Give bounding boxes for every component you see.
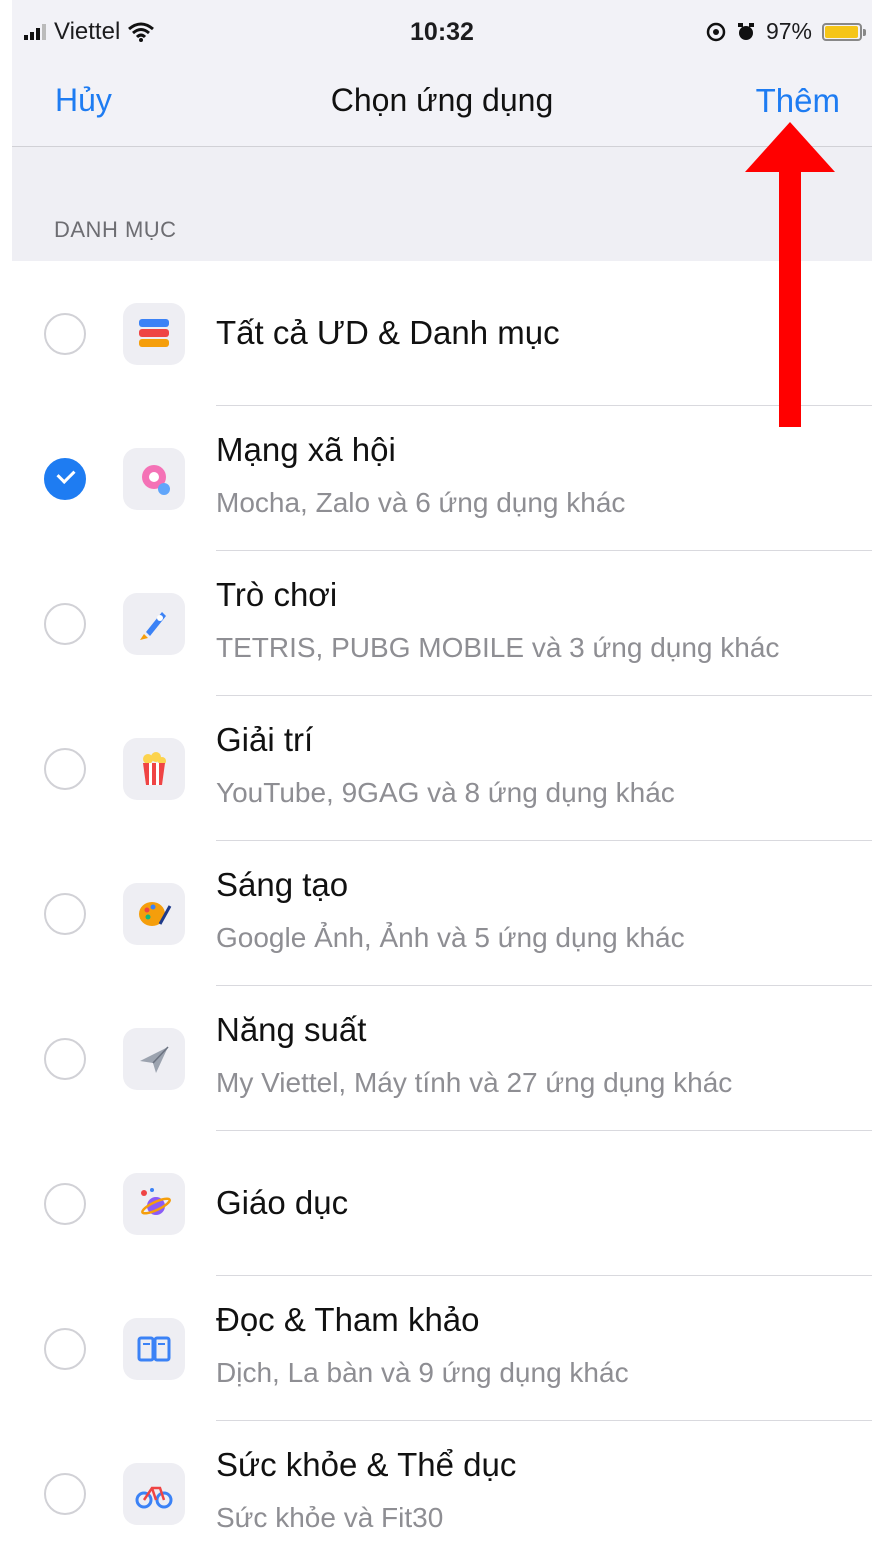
location-lock-icon — [706, 22, 726, 41]
category-subtitle: TETRIS, PUBG MOBILE và 3 ứng dụng khác — [216, 631, 780, 663]
category-title: Giáo dục — [216, 1183, 349, 1221]
category-row[interactable]: Năng suất My Viettel, Máy tính và 27 ứng … — [12, 986, 872, 1131]
radio-checked[interactable] — [44, 457, 86, 500]
category-title: Năng suất — [216, 1010, 367, 1048]
radio-unchecked[interactable] — [44, 313, 86, 355]
rocket-icon — [123, 592, 185, 655]
stack-layers-icon — [123, 303, 185, 365]
radio-unchecked[interactable] — [44, 747, 86, 790]
planet-icon — [123, 1172, 185, 1235]
category-subtitle: Google Ảnh, Ảnh và 5 ứng dụng khác — [216, 921, 685, 953]
radio-unchecked[interactable] — [44, 892, 86, 935]
add-button[interactable]: Thêm — [756, 82, 840, 120]
status-right: 97% — [706, 18, 866, 45]
paper-plane-icon — [123, 1027, 185, 1090]
category-title: Trò chơi — [216, 575, 338, 613]
status-bar: Viettel 10:32 97% — [12, 0, 872, 62]
social-chat-icon — [123, 447, 185, 510]
alarm-icon — [737, 22, 754, 40]
category-title: Giải trí — [216, 720, 314, 758]
annotation-arrow-icon — [745, 122, 835, 427]
category-subtitle: My Viettel, Máy tính và 27 ứng dụng khác — [216, 1066, 733, 1098]
category-row[interactable]: Tất cả ƯD & Danh mục — [12, 262, 872, 406]
category-title: Sáng tạo — [216, 865, 349, 903]
battery-icon — [822, 22, 866, 41]
book-icon — [123, 1317, 185, 1380]
category-subtitle: Mocha, Zalo và 6 ứng dụng khác — [216, 486, 626, 518]
battery-fill — [825, 25, 858, 38]
category-row[interactable]: Mạng xã hội Mocha, Zalo và 6 ứng dụng khá… — [12, 406, 872, 551]
radio-unchecked[interactable] — [44, 1182, 86, 1225]
bicycle-icon — [123, 1462, 185, 1525]
popcorn-icon — [123, 737, 185, 800]
palette-icon — [123, 882, 185, 945]
category-row[interactable]: Giải trí YouTube, 9GAG và 8 ứng dụng khác — [12, 696, 872, 841]
section-header: DANH MỤC — [12, 147, 872, 261]
battery-percent: 97% — [765, 18, 812, 44]
category-row[interactable]: Đọc & Tham khảo Dịch, La bàn và 9 ứng dụn… — [12, 1276, 872, 1421]
category-row[interactable]: Trò chơi TETRIS, PUBG MOBILE và 3 ứng dụn… — [12, 551, 872, 696]
radio-unchecked[interactable] — [44, 1472, 86, 1515]
radio-unchecked[interactable] — [44, 602, 86, 645]
radio-unchecked[interactable] — [44, 1327, 86, 1370]
category-subtitle: YouTube, 9GAG và 8 ứng dụng khác — [216, 776, 675, 808]
page-title: Chọn ứng dụng — [330, 82, 554, 118]
radio-unchecked[interactable] — [44, 1037, 86, 1080]
navigation-bar: Hủy Chọn ứng dụng Thêm — [12, 62, 872, 147]
category-title: Mạng xã hội — [216, 430, 396, 468]
category-row[interactable]: Giáo dục — [12, 1131, 872, 1276]
category-title: Đọc & Tham khảo — [216, 1300, 480, 1338]
category-row[interactable]: Sáng tạo Google Ảnh, Ảnh và 5 ứng dụng kh… — [12, 841, 872, 986]
section-header-label: DANH MỤC — [54, 217, 177, 242]
category-subtitle: Dịch, La bàn và 9 ứng dụng khác — [216, 1356, 629, 1388]
category-row[interactable]: Sức khỏe & Thể dục Sức khỏe và Fit30 — [12, 1421, 872, 1566]
category-title: Tất cả ƯD & Danh mục — [216, 314, 560, 351]
category-title: Sức khỏe & Thể dục — [216, 1445, 517, 1483]
